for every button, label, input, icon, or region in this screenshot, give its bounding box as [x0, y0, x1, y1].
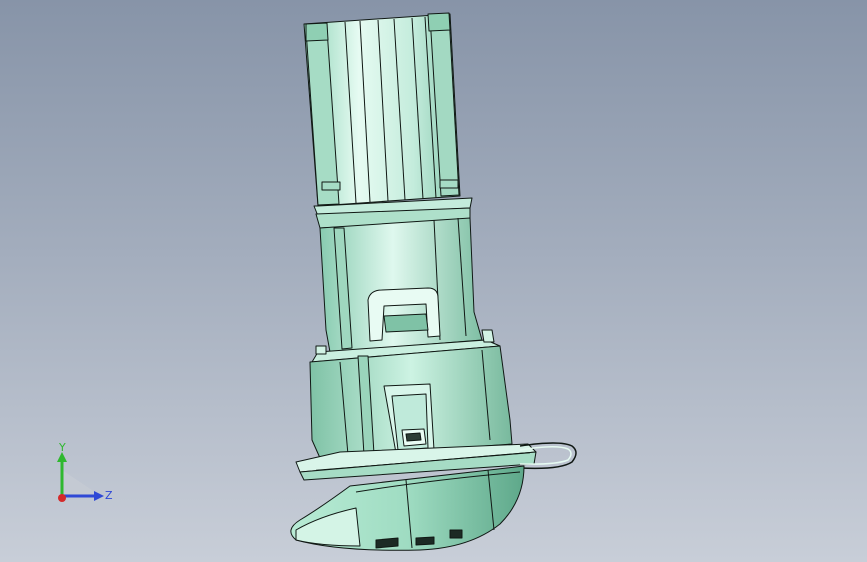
- x-axis-dot: [58, 494, 66, 502]
- base-body: [309, 345, 513, 459]
- z-axis-label: Z: [105, 489, 113, 502]
- graphics-viewport[interactable]: Y Z: [0, 0, 867, 562]
- z-axis-arrow: [94, 491, 104, 501]
- upper-cylinder: [303, 12, 461, 207]
- axis-triad: Y Z: [57, 441, 113, 502]
- middle-body: [319, 217, 483, 353]
- y-axis-label: Y: [58, 441, 66, 454]
- triad-plane: [62, 470, 98, 494]
- cad-part-model[interactable]: [0, 0, 867, 562]
